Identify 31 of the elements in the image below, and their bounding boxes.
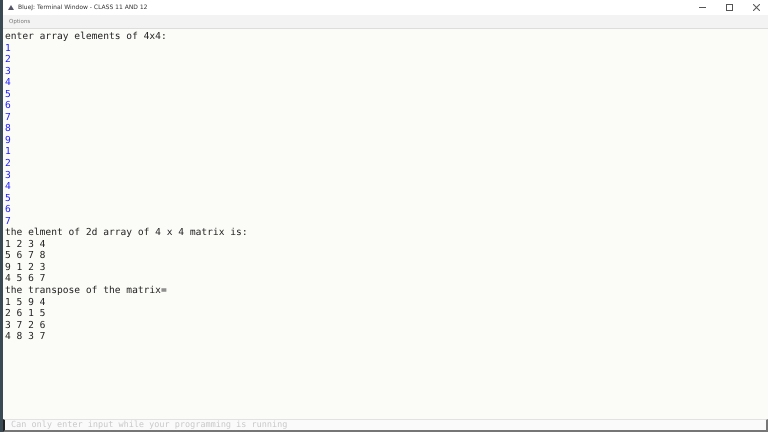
input-line: 9: [5, 134, 11, 146]
close-icon: [752, 4, 760, 11]
maximize-icon: [726, 4, 732, 11]
output-line: 4 5 6 7: [5, 273, 46, 286]
input-line: 6: [5, 204, 11, 216]
app-icon: [7, 4, 15, 11]
input-line: 4: [5, 77, 11, 89]
input-line: 2: [5, 158, 11, 170]
output-line: enter array elements of 4x4:: [5, 31, 167, 43]
output-line: the elment of 2d array of 4 x 4 matrix is:: [5, 227, 248, 239]
output-line: 1 5 9 4: [5, 296, 46, 308]
output-line: 3 7 2 6: [5, 320, 46, 332]
output-line: 4 8 3 7: [5, 331, 46, 343]
input-line: 4: [5, 181, 11, 193]
input-line: 5: [5, 192, 11, 204]
input-line: 8: [5, 123, 11, 135]
input-line: 7: [5, 112, 11, 124]
input-line: 3: [5, 66, 11, 78]
input-line: 6: [5, 100, 11, 112]
output-line: the transpose of the matrix=: [5, 285, 167, 297]
output-line: 9 1 2 3: [5, 262, 46, 274]
minimize-icon: [698, 7, 706, 8]
input-line: 1: [5, 42, 11, 54]
input-line: 5: [5, 88, 11, 100]
input-line: 2: [5, 54, 11, 66]
output-line: 5 6 7 8: [5, 250, 46, 262]
input-line: 1: [5, 146, 11, 158]
output-line: 2 6 1 5: [5, 308, 46, 320]
input-line: 3: [5, 170, 11, 182]
input-line: 7: [5, 216, 11, 228]
output-line: 1 2 3 4: [5, 238, 46, 250]
